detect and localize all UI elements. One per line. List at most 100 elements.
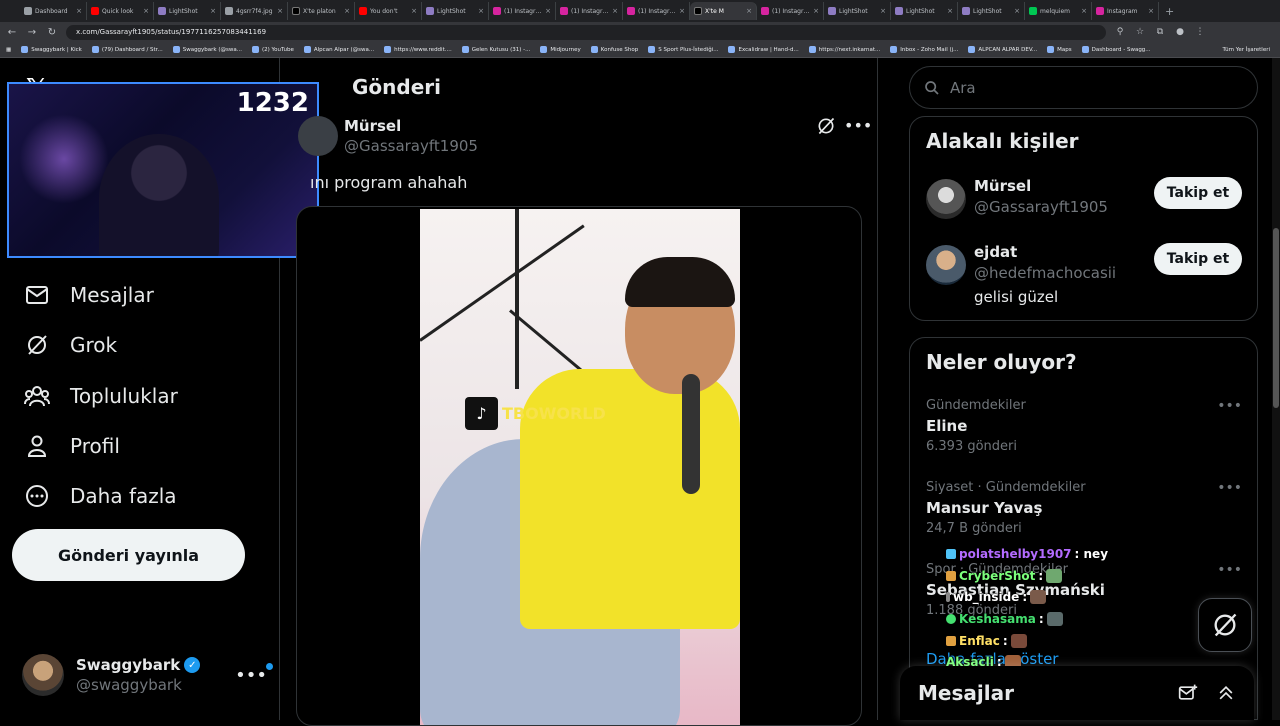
menu-icon[interactable]: ⋮ xyxy=(1194,27,1206,37)
bookmark-item[interactable]: Swaggybark (@swa... xyxy=(172,46,242,53)
bookmark-item[interactable]: (2) YouTube xyxy=(251,46,294,53)
bookmark-item[interactable]: Gelen Kutusu (31) -... xyxy=(461,46,530,53)
post-media[interactable]: ♪ TBOWORLD xyxy=(296,206,862,726)
follow-button[interactable]: Takip et xyxy=(1154,243,1242,275)
tab-close-icon[interactable]: × xyxy=(277,7,283,15)
bookmark-item[interactable]: https://www.reddit.... xyxy=(384,46,452,53)
tab-close-icon[interactable]: × xyxy=(143,7,149,15)
trend-more-icon[interactable]: ••• xyxy=(1217,480,1242,496)
tab-close-icon[interactable]: × xyxy=(1148,7,1154,15)
browser-tab[interactable]: Dashboard × xyxy=(20,2,87,20)
all-bookmarks-link[interactable]: Tüm Yer İşaretleri xyxy=(1223,47,1280,53)
tab-close-icon[interactable]: × xyxy=(1014,7,1020,15)
browser-tab[interactable]: LightShot × xyxy=(824,2,891,20)
post-button[interactable]: Gönderi yayınla xyxy=(12,529,245,581)
tab-close-icon[interactable]: × xyxy=(1081,7,1087,15)
bookmark-item[interactable]: S Sport Plus-İstediği... xyxy=(648,46,718,53)
new-message-icon[interactable] xyxy=(1178,683,1198,703)
tab-close-icon[interactable]: × xyxy=(478,7,484,15)
forward-icon[interactable]: → xyxy=(26,27,38,38)
bookmark-item[interactable]: ALPCAN ALPAR DEV... xyxy=(968,46,1037,53)
video-player[interactable]: ♪ TBOWORLD xyxy=(420,209,740,725)
bookmark-item[interactable]: Inbox - Zoho Mail (j... xyxy=(890,46,958,53)
tab-favicon-icon xyxy=(1096,7,1104,15)
bookmark-label: Midjourney xyxy=(550,46,581,53)
follow-button[interactable]: Takip et xyxy=(1154,177,1242,209)
reload-icon[interactable]: ↻ xyxy=(46,27,58,38)
tab-close-icon[interactable]: × xyxy=(411,7,417,15)
messages-drawer[interactable]: Mesajlar xyxy=(900,666,1254,720)
bookmark-item[interactable]: Konfuse Shop xyxy=(590,46,638,53)
sidebar-item-profile[interactable]: Profil xyxy=(22,431,120,461)
post-more-icon[interactable]: ••• xyxy=(844,116,872,135)
bookmark-item[interactable]: (79) Dashboard / Str... xyxy=(91,46,163,53)
bookmark-item[interactable]: Alpcan Alpar (@swa... xyxy=(303,46,374,53)
trend-item[interactable]: Gündemdekiler Eline 6.393 gönderi ••• xyxy=(926,398,1242,454)
account-more-icon[interactable]: ••• xyxy=(235,662,273,686)
browser-tab[interactable]: LightShot × xyxy=(958,2,1025,20)
bookmark-item[interactable]: Maps xyxy=(1047,46,1072,53)
browser-tab[interactable]: (1) Instagram × xyxy=(757,2,824,20)
browser-tab[interactable]: (1) Instagram × xyxy=(623,2,690,20)
tab-close-icon[interactable]: × xyxy=(679,7,685,15)
bookmark-item[interactable]: Midjourney xyxy=(540,46,581,53)
bookmark-item[interactable]: Excalidraw | Hand-d... xyxy=(728,46,799,53)
post-author-name[interactable]: Mürsel xyxy=(344,117,401,135)
related-person[interactable]: ejdat @hedefmachocasii gelisi güzel Taki… xyxy=(926,243,1242,306)
zoom-icon[interactable]: ⚲ xyxy=(1114,27,1126,37)
tab-close-icon[interactable]: × xyxy=(612,7,618,15)
browser-tab[interactable]: X'te M × xyxy=(690,2,757,20)
search-input[interactable]: Ara xyxy=(909,66,1258,109)
avatar[interactable] xyxy=(926,179,966,219)
apps-icon[interactable]: ▦ xyxy=(6,47,11,53)
tab-close-icon[interactable]: × xyxy=(746,7,752,15)
browser-tab[interactable]: You don't × xyxy=(355,2,422,20)
scroll-thumb[interactable] xyxy=(1273,228,1279,408)
trend-more-icon[interactable]: ••• xyxy=(1217,562,1242,578)
profile-icon[interactable]: ● xyxy=(1174,27,1186,37)
grok-explain-icon[interactable] xyxy=(816,116,836,136)
page-scrollbar[interactable] xyxy=(1272,58,1280,720)
tab-close-icon[interactable]: × xyxy=(76,7,82,15)
tab-close-icon[interactable]: × xyxy=(545,7,551,15)
browser-tab[interactable]: melquiem × xyxy=(1025,2,1092,20)
expand-up-icon[interactable] xyxy=(1216,683,1236,703)
post-author-avatar[interactable] xyxy=(298,116,338,156)
post-author-handle[interactable]: @Gassarayft1905 xyxy=(344,137,478,155)
bookmark-item[interactable]: https://next.inkarnat... xyxy=(808,46,880,53)
bookmark-item[interactable]: Dashboard - Swagg... xyxy=(1081,46,1151,53)
browser-tab[interactable]: X'te platon × xyxy=(288,2,355,20)
browser-tab[interactable]: (1) Instagram × xyxy=(489,2,556,20)
avatar[interactable] xyxy=(926,245,966,285)
bookmark-item[interactable]: Swaggybark | Kick xyxy=(21,46,82,53)
sidebar-item-messages[interactable]: Mesajlar xyxy=(22,280,154,310)
person-name[interactable]: Mürsel xyxy=(974,177,1146,195)
tab-close-icon[interactable]: × xyxy=(813,7,819,15)
tab-close-icon[interactable]: × xyxy=(880,7,886,15)
browser-tab[interactable]: Quick look × xyxy=(87,2,154,20)
tab-close-icon[interactable]: × xyxy=(344,7,350,15)
trend-more-icon[interactable]: ••• xyxy=(1217,398,1242,414)
sidebar-item-grok[interactable]: Grok xyxy=(22,330,117,360)
tab-close-icon[interactable]: × xyxy=(210,7,216,15)
browser-tab[interactable]: LightShot × xyxy=(154,2,221,20)
bookmark-star-icon[interactable]: ☆ xyxy=(1134,27,1146,37)
browser-tab[interactable]: 4gsrr7f4.jpg × xyxy=(221,2,288,20)
person-name[interactable]: ejdat xyxy=(974,243,1146,261)
bookmark-label: Swaggybark | Kick xyxy=(31,46,82,53)
new-tab-icon[interactable]: + xyxy=(1159,5,1180,18)
sidebar-item-communities[interactable]: Topluluklar xyxy=(22,381,178,411)
browser-tab[interactable]: LightShot × xyxy=(422,2,489,20)
sidebar-item-more[interactable]: Daha fazla xyxy=(22,481,177,511)
browser-tab[interactable]: LightShot × xyxy=(891,2,958,20)
account-switcher[interactable]: Swaggybark ✓ @swaggybark ••• xyxy=(22,654,273,696)
browser-tab[interactable]: Instagram × xyxy=(1092,2,1159,20)
extensions-icon[interactable]: ⧉ xyxy=(1154,27,1166,37)
url-field[interactable]: x.com/Gassarayft1905/status/197711625708… xyxy=(66,24,1106,40)
tab-close-icon[interactable]: × xyxy=(947,7,953,15)
browser-tab[interactable]: (1) Instagram × xyxy=(556,2,623,20)
related-person[interactable]: Mürsel @Gassarayft1905 Takip et xyxy=(926,177,1242,219)
grok-floating-button[interactable] xyxy=(1198,598,1252,652)
trend-item[interactable]: Siyaset · Gündemdekiler Mansur Yavaş 24,… xyxy=(926,480,1242,536)
back-icon[interactable]: ← xyxy=(6,27,18,38)
